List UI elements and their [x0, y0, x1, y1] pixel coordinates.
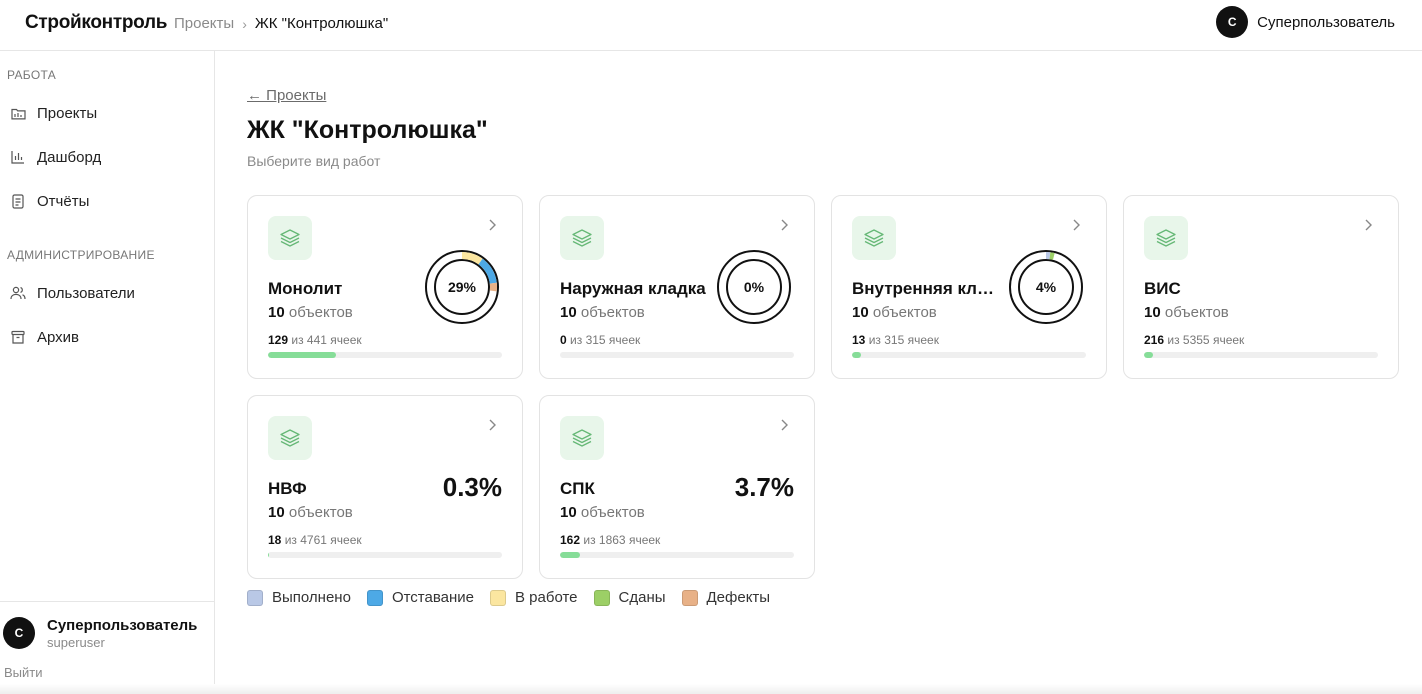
sidebar-item-label: Отчёты — [37, 192, 90, 210]
report-icon — [9, 192, 27, 210]
card-title: НВФ — [268, 479, 307, 498]
ring-percent: 4% — [1035, 279, 1057, 295]
user-name: Суперпользователь — [1257, 13, 1395, 31]
card-objects: 10 объектов — [560, 504, 645, 521]
sidebar-user-panel: С Суперпользователь superuser Выйти — [0, 601, 214, 694]
card-percent: 3.7% — [734, 472, 794, 502]
users-icon — [9, 284, 27, 302]
progress-bar — [560, 552, 794, 558]
sidebar-item-label: Дашборд — [37, 148, 102, 166]
legend-swatch — [593, 589, 610, 606]
work-card-monolit[interactable]: Монолит 10 объектов 129 из 441 ячеек 29% — [247, 195, 523, 379]
layers-icon — [1144, 216, 1188, 260]
legend-item-accepted: Сданы — [593, 589, 666, 606]
back-link[interactable]: ← Проекты — [247, 87, 326, 104]
layers-icon — [268, 416, 312, 460]
legend-swatch — [490, 589, 506, 606]
progress-bar — [268, 352, 502, 358]
progress-bar — [1144, 352, 1378, 358]
card-cells: 129 из 441 ячеек — [268, 333, 362, 347]
sidebar-item-reports[interactable]: Отчёты — [7, 185, 207, 217]
legend-swatch — [247, 589, 263, 606]
page-subtitle: Выберите вид работ — [247, 153, 381, 169]
sidebar-item-label: Проекты — [37, 104, 98, 122]
chevron-right-icon — [489, 219, 496, 231]
progress-bar — [560, 352, 794, 358]
sidebar: РАБОТА Проекты Дашборд Отчёты АДМИНИСТРИ… — [0, 51, 215, 694]
card-objects: 10 объектов — [268, 304, 353, 321]
layers-icon — [268, 216, 312, 260]
user-login: superuser — [47, 635, 105, 650]
breadcrumb: Проекты › ЖК "Контролюшка" — [174, 15, 388, 32]
ring-percent: 29% — [447, 279, 477, 295]
chevron-right-icon — [489, 419, 496, 431]
avatar: С — [1216, 6, 1249, 38]
card-cells: 0 из 315 ячеек — [560, 333, 641, 347]
work-card-inner-masonry[interactable]: Внутренняя кладка 10 объектов 13 из 315 … — [831, 195, 1107, 379]
card-objects: 10 объектов — [268, 504, 353, 521]
card-objects: 10 объектов — [852, 304, 937, 321]
chevron-right-icon — [1073, 219, 1080, 231]
status-legend: Выполнено Отставание В работе Сданы Дефе… — [247, 589, 786, 606]
chevron-right-icon: › — [242, 15, 247, 32]
user-menu[interactable]: С Суперпользователь — [1216, 6, 1395, 38]
breadcrumb-current: ЖК "Контролюшка" — [254, 15, 389, 32]
legend-swatch — [681, 589, 698, 606]
card-title: Монолит — [268, 279, 343, 298]
legend-item-done: Выполнено — [247, 589, 351, 606]
section-label-admin: АДМИНИСТРИРОВАНИЕ — [7, 248, 155, 262]
card-percent: 0.3% — [442, 472, 502, 502]
bar-chart-icon — [9, 148, 27, 166]
sidebar-item-projects[interactable]: Проекты — [7, 97, 207, 129]
work-card-outer-masonry[interactable]: Наружная кладка 10 объектов 0 из 315 яче… — [539, 195, 815, 379]
sidebar-item-users[interactable]: Пользователи — [7, 277, 207, 309]
progress-bar — [268, 552, 502, 558]
top-bar: Стройконтроль Проекты › ЖК "Контролюшка"… — [0, 0, 1422, 51]
logout-link[interactable]: Выйти — [4, 665, 43, 680]
ring-percent: 0% — [743, 279, 765, 295]
card-cells: 18 из 4761 ячеек — [268, 533, 362, 547]
layers-icon — [560, 416, 604, 460]
card-title: ВИС — [1144, 279, 1181, 298]
card-cells: 216 из 5355 ячеек — [1144, 333, 1245, 347]
card-title: Внутренняя кладка — [852, 279, 1002, 298]
card-title: СПК — [560, 479, 595, 498]
legend-swatch — [366, 589, 383, 606]
legend-item-lag: Отставание — [366, 589, 474, 606]
sidebar-item-archive[interactable]: Архив — [7, 321, 207, 353]
layers-icon — [560, 216, 604, 260]
progress-bar — [852, 352, 1086, 358]
bottom-shadow — [0, 684, 1422, 694]
legend-item-in-progress: В работе — [490, 589, 578, 606]
chevron-right-icon — [1365, 219, 1372, 231]
card-objects: 10 объектов — [560, 304, 645, 321]
app-brand[interactable]: Стройконтроль — [25, 12, 167, 34]
user-name: Суперпользователь — [47, 617, 198, 634]
section-label-work: РАБОТА — [7, 68, 57, 82]
sidebar-item-label: Пользователи — [37, 284, 135, 302]
archive-icon — [9, 328, 27, 346]
sidebar-item-dashboard[interactable]: Дашборд — [7, 141, 207, 173]
layers-icon — [852, 216, 896, 260]
sidebar-item-label: Архив — [37, 328, 80, 346]
page-title: ЖК "Контролюшка" — [247, 116, 488, 144]
card-cells: 162 из 1863 ячеек — [560, 533, 661, 547]
work-card-spk[interactable]: СПК 3.7% 10 объектов 162 из 1863 ячеек — [539, 395, 815, 579]
card-objects: 10 объектов — [1144, 304, 1229, 321]
chevron-right-icon — [781, 419, 788, 431]
folder-icon — [9, 104, 27, 122]
card-title: Наружная кладка — [560, 279, 706, 298]
breadcrumb-projects[interactable]: Проекты — [174, 15, 234, 32]
work-card-nvf[interactable]: НВФ 0.3% 10 объектов 18 из 4761 ячеек — [247, 395, 523, 579]
work-card-vis[interactable]: ВИС 10 объектов 216 из 5355 ячеек — [1123, 195, 1399, 379]
legend-item-defects: Дефекты — [681, 589, 770, 606]
card-cells: 13 из 315 ячеек — [852, 333, 939, 347]
chevron-right-icon — [781, 219, 788, 231]
avatar: С — [3, 617, 35, 649]
